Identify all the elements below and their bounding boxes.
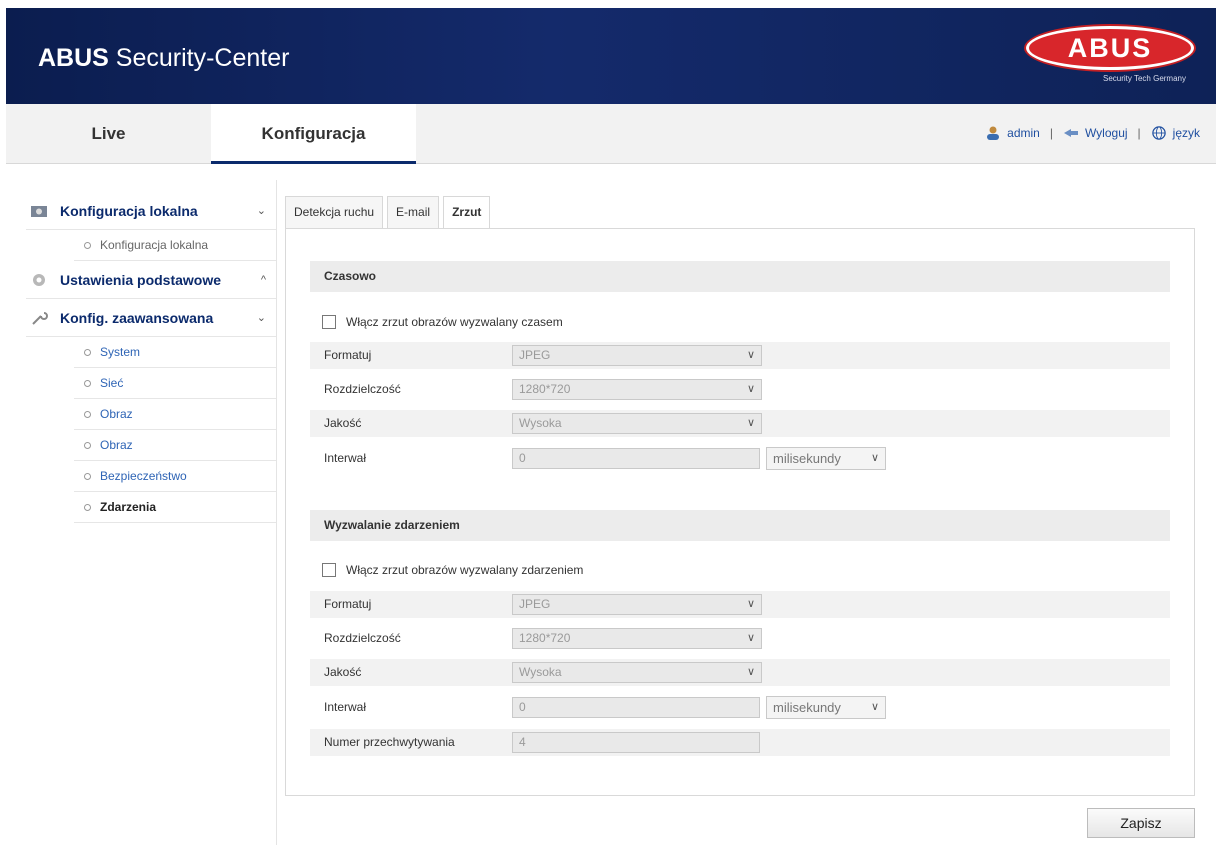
event-capture-count-input[interactable]: 4: [512, 732, 760, 753]
sidebar-item-network[interactable]: Sieć: [74, 368, 276, 399]
chevron-down-icon: ⌄: [256, 205, 266, 217]
chevron-down-icon: ∨: [746, 417, 755, 429]
user-name-link[interactable]: admin: [1007, 126, 1040, 140]
tab-motion-detection[interactable]: Detekcja ruchu: [285, 196, 384, 228]
logout-link[interactable]: Wyloguj: [1085, 126, 1128, 140]
timed-format-select[interactable]: JPEG ∨: [512, 345, 762, 366]
timed-enable-row: Włącz zrzut obrazów wyzwalany czasem: [322, 315, 563, 329]
globe-icon: [1151, 126, 1166, 140]
chevron-down-icon: ∨: [746, 383, 755, 395]
section-timed-heading: Czasowo: [310, 261, 1170, 292]
event-interval-unit-select[interactable]: milisekundy ∨: [766, 696, 886, 719]
timed-interval-unit-select[interactable]: milisekundy ∨: [766, 447, 886, 470]
nav-tab-live[interactable]: Live: [6, 104, 211, 164]
sidebar-item-local-config[interactable]: Konfiguracja lokalna: [74, 230, 276, 261]
camera-folder-icon: [31, 206, 47, 217]
timed-format-row: Formatuj JPEG ∨: [310, 342, 1170, 369]
chevron-down-icon: ∨: [870, 452, 879, 464]
timed-quality-row: Jakość Wysoka ∨: [310, 410, 1170, 437]
chevron-down-icon: ∨: [870, 701, 879, 713]
sidebar-section-local[interactable]: Konfiguracja lokalna ⌄: [26, 192, 276, 230]
event-quality-row: Jakość Wysoka ∨: [310, 659, 1170, 686]
sidebar-item-image-1[interactable]: Obraz: [74, 399, 276, 430]
event-capture-count-row: Numer przechwytywania 4: [310, 729, 1170, 756]
timed-interval-input[interactable]: 0: [512, 448, 760, 469]
section-event-heading: Wyzwalanie zdarzeniem: [310, 510, 1170, 541]
app-title: ABUS Security-Center: [38, 44, 290, 72]
timed-interval-row: Interwał 0 milisekundy ∨: [310, 445, 1170, 472]
tab-snapshot[interactable]: Zrzut: [443, 196, 491, 229]
user-icon: [987, 126, 1000, 140]
chevron-down-icon: ∨: [746, 666, 755, 678]
snapshot-panel: Czasowo Włącz zrzut obrazów wyzwalany cz…: [285, 228, 1195, 796]
sidebar-section-basic[interactable]: Ustawienia podstawowe ^: [26, 261, 276, 299]
sidebar-item-system[interactable]: System: [74, 337, 276, 368]
save-button[interactable]: Zapisz: [1087, 808, 1195, 838]
chevron-up-icon: ^: [260, 274, 266, 286]
abus-logo: ABUS Security Tech Germany: [1026, 26, 1194, 86]
sidebar-section-advanced[interactable]: Konfig. zaawansowana ⌄: [26, 299, 276, 337]
event-quality-select[interactable]: Wysoka ∨: [512, 662, 762, 683]
sidebar-item-events[interactable]: Zdarzenia: [74, 492, 276, 523]
sidebar: Konfiguracja lokalna ⌄ Konfiguracja loka…: [26, 192, 276, 523]
bullet-icon: [84, 242, 91, 249]
app-header: ABUS Security-Center ABUS Security Tech …: [6, 8, 1216, 104]
user-bar: admin | Wyloguj | język: [985, 126, 1200, 140]
timed-enable-checkbox[interactable]: [322, 315, 336, 329]
event-resolution-row: Rozdzielczość 1280*720 ∨: [310, 625, 1170, 652]
bullet-icon: [84, 442, 91, 449]
tab-email[interactable]: E-mail: [387, 196, 440, 228]
chevron-down-icon: ∨: [746, 632, 755, 644]
event-format-row: Formatuj JPEG ∨: [310, 591, 1170, 618]
language-link[interactable]: język: [1173, 126, 1200, 140]
timed-quality-select[interactable]: Wysoka ∨: [512, 413, 762, 434]
nav-tab-config[interactable]: Konfiguracja: [211, 104, 416, 164]
chevron-down-icon: ⌄: [256, 312, 266, 324]
event-resolution-select[interactable]: 1280*720 ∨: [512, 628, 762, 649]
main-navbar: Live Konfiguracja admin | Wyloguj | języ…: [6, 104, 1216, 164]
bullet-icon: [84, 349, 91, 356]
event-format-select[interactable]: JPEG ∨: [512, 594, 762, 615]
chevron-down-icon: ∨: [746, 598, 755, 610]
event-interval-row: Interwał 0 milisekundy ∨: [310, 694, 1170, 721]
event-enable-row: Włącz zrzut obrazów wyzwalany zdarzeniem: [322, 563, 583, 577]
bullet-icon: [84, 473, 91, 480]
bullet-icon: [84, 380, 91, 387]
logout-icon: [1063, 129, 1078, 137]
wrench-icon: [32, 312, 48, 325]
sidebar-item-image-2[interactable]: Obraz: [74, 430, 276, 461]
chevron-down-icon: ∨: [746, 349, 755, 361]
sidebar-divider: [276, 180, 277, 845]
event-enable-checkbox[interactable]: [322, 563, 336, 577]
config-tabs: Detekcja ruchu E-mail Zrzut: [285, 196, 491, 229]
gear-icon: [33, 274, 45, 286]
event-interval-input[interactable]: 0: [512, 697, 760, 718]
bullet-icon: [84, 504, 91, 511]
bullet-icon: [84, 411, 91, 418]
timed-resolution-select[interactable]: 1280*720 ∨: [512, 379, 762, 400]
sidebar-item-security[interactable]: Bezpieczeństwo: [74, 461, 276, 492]
timed-resolution-row: Rozdzielczość 1280*720 ∨: [310, 376, 1170, 403]
